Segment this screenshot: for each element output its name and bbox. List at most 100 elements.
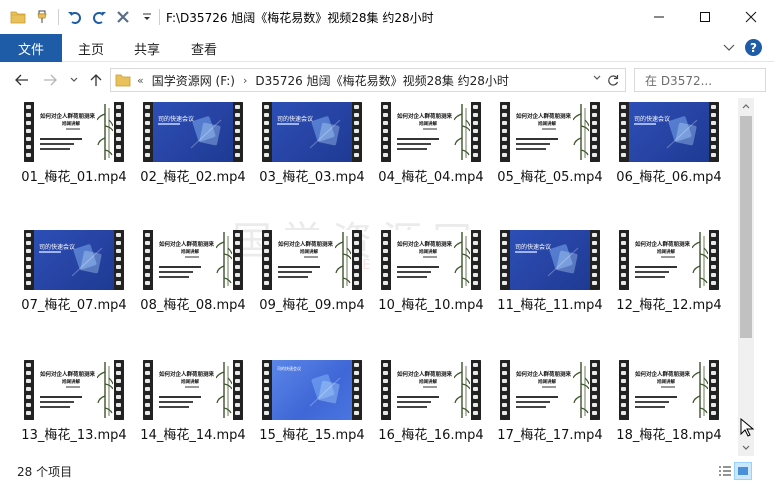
file-item[interactable]: 如何对企人群荷朋测来 旭阔讲解 18_梅花_18.mp4 — [603, 360, 722, 456]
film-hole — [592, 241, 597, 245]
file-item[interactable]: 如何对企人群荷朋测来 旭阔讲解 09_梅花_09.mp4 — [246, 230, 365, 330]
scroll-down-icon[interactable] — [738, 440, 754, 456]
file-item[interactable]: 如何对企人群荷朋测来 旭阔讲解 16_梅花_16.mp4 — [365, 360, 484, 456]
breadcrumb-drive[interactable]: 国学资源网 (F:) — [152, 72, 235, 89]
film-hole — [354, 387, 359, 391]
film-hole — [473, 379, 478, 383]
up-button[interactable] — [86, 70, 106, 90]
file-item[interactable]: 司的快速会议 11_梅花_11.mp4 — [484, 230, 603, 330]
film-hole — [235, 379, 240, 383]
thumbnail-title: 如何对企人群荷朋测来 — [397, 114, 453, 120]
file-item[interactable]: 司的快速会议 06_梅花_06.mp4 — [603, 102, 722, 202]
film-hole — [473, 121, 478, 125]
maximize-button[interactable] — [682, 0, 728, 34]
file-item[interactable]: 司的快速会议 02_梅花_02.mp4 — [127, 102, 246, 202]
file-name: 09_梅花_09.mp4 — [259, 298, 365, 313]
video-thumbnail: 司的快速会议 — [262, 102, 362, 162]
thumbnail-text-line — [185, 256, 199, 258]
film-hole — [26, 121, 31, 125]
film-hole — [354, 113, 359, 117]
abstract-shape-decoration — [190, 116, 222, 149]
tab-file[interactable]: 文件 — [0, 34, 62, 62]
video-thumbnail: 司的快速会议 — [143, 102, 243, 162]
file-item[interactable]: 司的快速会议 07_梅花_07.mp4 — [8, 230, 127, 330]
film-hole — [26, 137, 31, 141]
film-hole — [502, 395, 507, 399]
film-strip — [24, 230, 34, 290]
file-item[interactable]: 如何对企人群荷朋测来 旭阔讲解 12_梅花_12.mp4 — [603, 230, 722, 330]
address-dropdown-icon[interactable] — [593, 73, 601, 84]
film-hole — [383, 411, 388, 415]
file-name: 14_梅花_14.mp4 — [140, 428, 246, 443]
bamboo-decoration — [454, 104, 470, 160]
film-strip — [619, 360, 629, 420]
recent-locations-icon[interactable] — [64, 70, 84, 90]
file-item[interactable]: 如何对企人群荷朋测来 旭阔讲解 04_梅花_04.mp4 — [365, 102, 484, 202]
customize-dropdown-icon[interactable] — [137, 7, 157, 27]
film-hole — [711, 379, 716, 383]
help-icon[interactable]: ? — [745, 39, 762, 56]
thumbnail-subtitle: 旭阔讲解 — [419, 250, 437, 255]
thumbnail-frame: 如何对企人群荷朋测来 旭阔讲解 — [34, 360, 114, 420]
search-input[interactable]: 在 D3572... — [634, 68, 766, 92]
minimize-button[interactable] — [636, 0, 682, 34]
scroll-up-icon[interactable] — [738, 98, 754, 114]
film-hole — [711, 233, 716, 237]
details-view-icon[interactable] — [716, 462, 734, 480]
film-hole — [383, 241, 388, 245]
thumbnail-text-line — [635, 396, 677, 398]
film-hole — [116, 241, 121, 245]
film-hole — [621, 363, 626, 367]
film-hole — [235, 387, 240, 391]
file-item[interactable]: 如何对企人群荷朋测来 旭阔讲解 14_梅花_14.mp4 — [127, 360, 246, 456]
abstract-shape-decoration — [309, 374, 341, 407]
tab-home[interactable]: 主页 — [78, 34, 104, 62]
thumbnail-text-line — [40, 138, 82, 140]
large-icons-view-icon[interactable] — [734, 462, 752, 480]
expand-ribbon-icon[interactable] — [723, 41, 735, 55]
film-hole — [354, 273, 359, 277]
file-item[interactable]: 如何对企人群荷朋测来 旭阔讲解 08_梅花_08.mp4 — [127, 230, 246, 330]
film-hole — [383, 371, 388, 375]
film-hole — [711, 273, 716, 277]
file-item[interactable]: 如何对企人群荷朋测来 旭阔讲解 13_梅花_13.mp4 — [8, 360, 127, 456]
toolbar-separator — [159, 9, 160, 25]
vertical-scrollbar[interactable] — [738, 98, 754, 456]
file-item[interactable]: 如何对企人群荷朋测来 旭阔讲解 10_梅花_10.mp4 — [365, 230, 484, 330]
close-button[interactable] — [728, 0, 774, 34]
film-strip — [143, 102, 153, 162]
film-strip — [381, 230, 391, 290]
film-hole — [26, 273, 31, 277]
film-hole — [264, 113, 269, 117]
pin-icon[interactable] — [32, 7, 52, 27]
file-item[interactable]: 如何对企人群荷朋测来 旭阔讲解 05_梅花_05.mp4 — [484, 102, 603, 202]
scrollbar-thumb[interactable] — [740, 116, 752, 338]
refresh-icon[interactable] — [605, 71, 621, 89]
address-bar[interactable]: « 国学资源网 (F:) › D35726 旭阔《梅花易数》视频28集 约28小… — [110, 68, 626, 92]
file-item[interactable]: 司的快速会议 15_梅花_15.mp4 — [246, 360, 365, 456]
window-controls — [636, 0, 774, 34]
tab-share[interactable]: 共享 — [134, 34, 160, 62]
file-name: 05_梅花_05.mp4 — [497, 170, 603, 185]
tab-view[interactable]: 查看 — [191, 34, 217, 62]
overflow-chevron-icon[interactable]: « — [137, 74, 144, 87]
breadcrumb-folder[interactable]: D35726 旭阔《梅花易数》视频28集 约28小时 — [255, 72, 509, 89]
film-hole — [264, 265, 269, 269]
film-strip — [500, 360, 510, 420]
thumbnail-text-line — [40, 143, 74, 145]
redo-icon[interactable] — [89, 7, 109, 27]
thumbnail-frame: 司的快速会议 — [272, 102, 352, 162]
file-item[interactable]: 如何对企人群荷朋测来 旭阔讲解 17_梅花_17.mp4 — [484, 360, 603, 456]
undo-icon[interactable] — [65, 7, 85, 27]
thumbnail-title: 如何对企人群荷朋测来 — [159, 242, 215, 248]
forward-button[interactable] — [40, 70, 60, 90]
file-name: 17_梅花_17.mp4 — [497, 428, 603, 443]
chevron-right-icon[interactable]: › — [243, 74, 247, 87]
film-hole — [145, 379, 150, 383]
file-name: 11_梅花_11.mp4 — [497, 298, 603, 313]
delete-icon[interactable] — [113, 7, 133, 27]
back-button[interactable] — [12, 70, 32, 90]
file-item[interactable]: 司的快速会议 03_梅花_03.mp4 — [246, 102, 365, 202]
file-item[interactable]: 如何对企人群荷朋测来 旭阔讲解 01_梅花_01.mp4 — [8, 102, 127, 202]
film-hole — [592, 249, 597, 253]
